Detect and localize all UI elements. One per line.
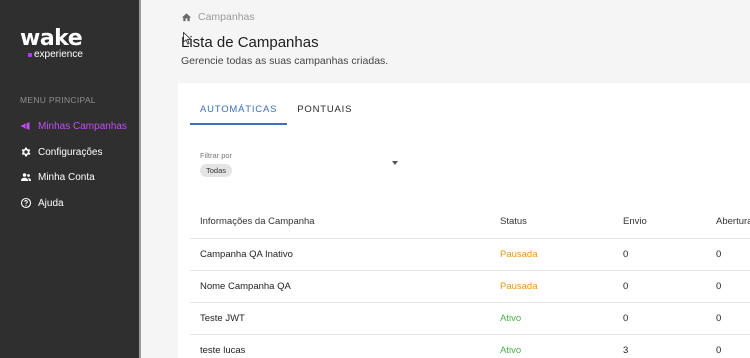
envio-count: 0 bbox=[623, 281, 629, 292]
filter-label: Filtrar por bbox=[200, 151, 233, 160]
envio-count: 0 bbox=[623, 313, 629, 324]
sidebar-item-minha-conta[interactable]: Minha Conta bbox=[20, 168, 95, 186]
sidebar-item-configuracoes[interactable]: Configurações bbox=[20, 143, 102, 161]
home-icon bbox=[181, 12, 192, 21]
tab-pontuais[interactable]: PONTUAIS bbox=[287, 103, 362, 125]
wake-logo[interactable]: wake experience bbox=[20, 26, 130, 61]
mouse-cursor-icon bbox=[183, 32, 192, 45]
campaigns-card: AUTOMÁTICAS PONTUAIS Filtrar por Todas I… bbox=[178, 83, 750, 358]
page-title: Lista de Campanhas bbox=[181, 34, 319, 51]
sidebar: wake experience MENU PRINCIPAL Minhas Ca… bbox=[0, 0, 141, 358]
breadcrumb-label: Campanhas bbox=[198, 11, 255, 23]
page-subtitle: Gerencie todas as suas campanhas criadas… bbox=[181, 55, 389, 67]
status-badge: Pausada bbox=[500, 281, 538, 292]
table-header-row: Informações da Campanha Status Envio Abe… bbox=[190, 205, 750, 239]
sidebar-item-label: Configurações bbox=[38, 146, 103, 158]
abertura-count: 0 bbox=[716, 281, 722, 292]
sidebar-item-minhas-campanhas[interactable]: Minhas Campanhas bbox=[20, 117, 127, 135]
help-circle-icon bbox=[20, 197, 32, 209]
sidebar-item-label: Ajuda bbox=[38, 197, 64, 209]
column-header-status: Status bbox=[500, 216, 527, 227]
campaign-name: Teste JWT bbox=[200, 313, 245, 324]
status-badge: Pausada bbox=[500, 249, 538, 260]
megaphone-icon bbox=[20, 120, 32, 132]
campaigns-table: Informações da Campanha Status Envio Abe… bbox=[190, 205, 750, 358]
table-row[interactable]: Teste JWT Ativo 0 0 bbox=[190, 303, 750, 335]
tab-automaticas[interactable]: AUTOMÁTICAS bbox=[190, 103, 288, 125]
abertura-count: 0 bbox=[716, 345, 722, 356]
column-header-envio: Envio bbox=[623, 216, 647, 227]
campaign-name: teste lucas bbox=[200, 345, 246, 356]
sidebar-item-label: Minha Conta bbox=[38, 171, 95, 183]
sidebar-item-ajuda[interactable]: Ajuda bbox=[20, 194, 64, 212]
main-content: Campanhas Lista de Campanhas Gerencie to… bbox=[143, 0, 750, 358]
campaign-name: Campanha QA Inativo bbox=[200, 249, 293, 260]
logo-wordmark: wake bbox=[20, 26, 83, 51]
menu-header: MENU PRINCIPAL bbox=[20, 95, 96, 105]
column-header-info: Informações da Campanha bbox=[200, 216, 315, 227]
logo-subtitle: experience bbox=[28, 49, 130, 60]
status-badge: Ativo bbox=[500, 345, 522, 356]
table-row[interactable]: teste lucas Ativo 3 0 bbox=[190, 335, 750, 358]
envio-count: 3 bbox=[623, 345, 629, 356]
gear-icon bbox=[20, 146, 32, 158]
people-icon bbox=[20, 171, 32, 183]
abertura-count: 0 bbox=[716, 313, 722, 324]
abertura-count: 0 bbox=[716, 249, 722, 260]
status-badge: Ativo bbox=[500, 313, 522, 324]
table-row[interactable]: Campanha QA Inativo Pausada 0 0 bbox=[190, 239, 750, 271]
campaign-name: Nome Campanha QA bbox=[200, 281, 291, 292]
envio-count: 0 bbox=[623, 249, 629, 260]
table-row[interactable]: Nome Campanha QA Pausada 0 0 bbox=[190, 271, 750, 303]
tab-bar: AUTOMÁTICAS PONTUAIS bbox=[190, 103, 362, 125]
breadcrumb[interactable]: Campanhas bbox=[181, 11, 255, 23]
filter-chip[interactable]: Todas bbox=[200, 164, 233, 177]
column-header-abertura: Abertura bbox=[716, 216, 750, 227]
chevron-down-icon[interactable] bbox=[392, 161, 398, 165]
filter-select[interactable]: Filtrar por Todas bbox=[200, 151, 400, 178]
sidebar-item-label: Minhas Campanhas bbox=[38, 120, 127, 132]
